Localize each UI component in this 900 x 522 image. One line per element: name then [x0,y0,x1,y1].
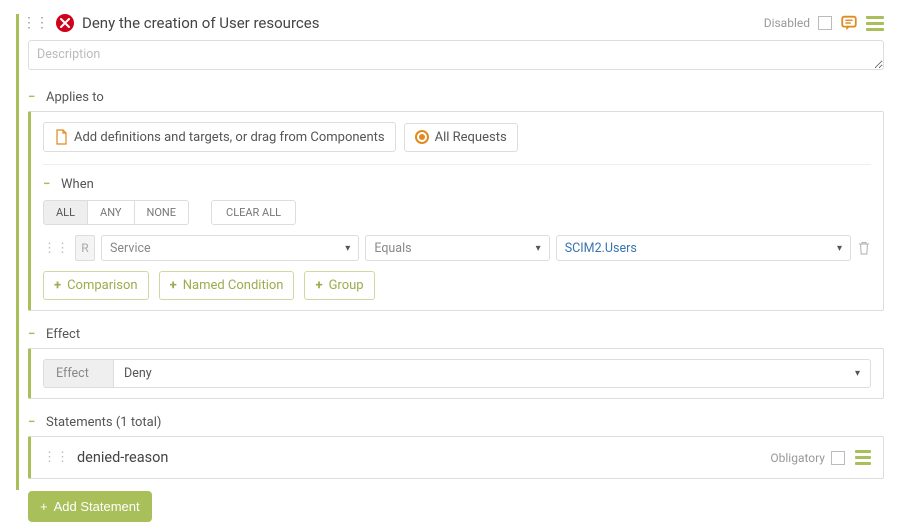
applies-to-panel: Add definitions and targets, or drag fro… [28,111,884,311]
add-targets-label: Add definitions and targets, or drag fro… [74,130,385,145]
attribute-select[interactable]: Service ▾ [101,235,359,261]
drag-handle-icon[interactable]: ⋮⋮ [22,15,48,31]
chevron-down-icon: ▾ [837,243,842,254]
segment-none[interactable]: NONE [135,200,190,225]
when-heading: − When [43,177,871,192]
applies-to-heading: − Applies to [28,90,884,105]
obligatory-label: Obligatory [770,451,825,465]
all-requests-label: All Requests [435,130,507,145]
effect-heading: − Effect [28,327,884,342]
add-statement-button[interactable]: + Add Statement [28,491,152,522]
add-targets-button[interactable]: Add definitions and targets, or drag fro… [43,122,396,152]
section-title: Statements (1 total) [46,415,161,430]
condition-value: SCIM2.Users [565,241,637,256]
section-title: Effect [46,327,80,342]
collapse-icon[interactable]: − [28,90,38,105]
btn-label: Add Statement [54,499,140,514]
radio-dot-icon [415,130,429,144]
drag-handle-icon[interactable]: ⋮⋮ [43,450,69,465]
add-comparison-button[interactable]: +Comparison [43,271,149,300]
section-title: When [61,177,94,192]
collapse-icon[interactable]: − [43,177,53,192]
btn-label: Comparison [67,278,138,293]
divider [43,164,871,165]
plus-icon: + [40,499,48,514]
rule-menu-icon[interactable] [866,16,884,31]
segment-any[interactable]: ANY [88,200,134,225]
btn-label: Group [329,278,364,293]
chevron-down-icon: ▾ [855,368,860,379]
all-requests-button[interactable]: All Requests [404,123,518,152]
chevron-down-icon: ▾ [536,243,541,254]
effect-panel: Effect Deny ▾ [28,348,884,399]
add-named-condition-button[interactable]: +Named Condition [159,271,295,300]
effect-label: Effect [43,359,113,388]
disabled-label: Disabled [764,16,810,30]
disabled-checkbox[interactable] [818,16,832,30]
comment-icon[interactable] [840,14,858,32]
btn-label: Named Condition [183,278,284,293]
attribute-value: Service [110,241,151,256]
collapse-icon[interactable]: − [28,327,38,342]
rule-accent-rail [16,14,19,490]
obligatory-checkbox[interactable] [831,451,845,465]
rule-title: Deny the creation of User resources [82,14,319,32]
deny-icon [56,14,74,32]
operator-value: Equals [374,241,411,256]
section-title: Applies to [46,90,104,105]
effect-select[interactable]: Deny ▾ [113,359,871,388]
statements-heading: − Statements (1 total) [28,415,884,430]
target-file-icon [54,129,68,145]
condition-type-badge[interactable]: R [75,235,95,261]
statement-row: ⋮⋮ denied-reason Obligatory [28,436,884,479]
clear-all-button[interactable]: CLEAR ALL [211,200,296,225]
operator-select[interactable]: Equals ▾ [365,235,549,261]
description-input[interactable] [28,40,884,70]
effect-value: Deny [124,366,152,381]
match-mode-group: ALL ANY NONE [43,200,189,225]
statement-menu-icon[interactable] [855,450,871,465]
delete-condition-button[interactable] [857,241,871,256]
statement-name: denied-reason [77,449,168,466]
chevron-down-icon: ▾ [345,243,350,254]
add-group-button[interactable]: +Group [304,271,374,300]
collapse-icon[interactable]: − [28,415,38,430]
condition-row: ⋮⋮ R Service ▾ Equals ▾ SCIM2.Users ▾ [43,235,871,261]
drag-handle-icon[interactable]: ⋮⋮ [43,241,69,256]
segment-all[interactable]: ALL [43,200,88,225]
rule-header: ⋮⋮ Deny the creation of User resources D… [22,14,884,32]
value-select[interactable]: SCIM2.Users ▾ [556,235,851,261]
